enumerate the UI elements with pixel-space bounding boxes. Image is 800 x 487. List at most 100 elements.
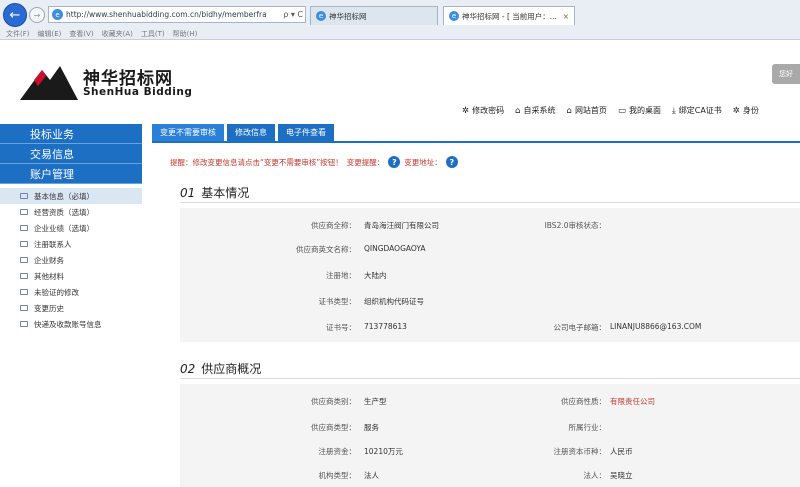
sidebar-item-label: 未验证的修改 bbox=[34, 287, 79, 297]
address-controls[interactable]: ρ ▾ C bbox=[281, 10, 305, 19]
sidebar-category-account[interactable]: 账户管理 bbox=[0, 164, 142, 184]
menu-file[interactable]: 文件(F) bbox=[6, 29, 30, 39]
doc-icon bbox=[20, 321, 28, 327]
download-icon: ⤓ bbox=[671, 105, 676, 116]
notice-bar: 提醒：修改变更信息请点击“变更不需要审核”按钮！ 变更提醒： ? 变更地址： ? bbox=[170, 156, 458, 168]
sidebar-category-trading[interactable]: 交易信息 bbox=[0, 144, 142, 164]
link-site-home[interactable]: ⌂ 网站首页 bbox=[567, 105, 607, 116]
label-english-name: 供应商英文名称： bbox=[296, 245, 356, 254]
link-bind-ca[interactable]: ⤓ 绑定CA证书 bbox=[672, 105, 722, 116]
section-heading: 供应商概况 bbox=[201, 362, 262, 376]
label-supplier-nature: 供应商性质： bbox=[561, 397, 606, 406]
section-divider bbox=[180, 202, 800, 203]
sidebar-item-label: 企业财务 bbox=[34, 255, 64, 265]
link-label: 身份 bbox=[742, 106, 759, 115]
back-button[interactable]: ← bbox=[3, 3, 27, 27]
label-legal-rep: 法人： bbox=[583, 471, 607, 480]
close-tab-icon[interactable]: × bbox=[563, 12, 569, 21]
label-reg-capital: 注册资金： bbox=[318, 447, 357, 456]
address-bar[interactable]: e http://www.shenhuabidding.com.cn/bidhy… bbox=[48, 6, 306, 23]
label-industry: 所属行业： bbox=[568, 423, 607, 432]
notice-link-reminder[interactable]: 变更提醒： bbox=[347, 157, 385, 168]
greeting-badge[interactable]: 您好 bbox=[772, 64, 800, 84]
doc-icon bbox=[20, 289, 28, 295]
notice-text: 提醒：修改变更信息请点击“变更不需要审核”按钮！ bbox=[170, 157, 343, 167]
menu-view[interactable]: 查看(V) bbox=[69, 29, 93, 39]
label-supplier-type: 供应商类型： bbox=[311, 423, 356, 432]
value-supplier-category: 生产型 bbox=[364, 397, 387, 406]
sidebar-item-other-materials[interactable]: 其他材料 bbox=[0, 268, 142, 284]
link-label: 网站首页 bbox=[574, 106, 607, 115]
basic-info-panel: 供应商全称： 青岛海汪阀门有限公司 IBS2.0审核状态： 供应商英文名称： Q… bbox=[180, 208, 800, 342]
link-identity[interactable]: ✲ 身份 bbox=[733, 105, 759, 116]
doc-icon bbox=[20, 225, 28, 231]
tab-view-files[interactable]: 电子件查看 bbox=[278, 124, 334, 141]
link-my-desktop[interactable]: ▭ 我的桌面 bbox=[618, 105, 661, 116]
menu-help[interactable]: 帮助(H) bbox=[173, 29, 198, 39]
link-change-password[interactable]: ✲ 修改密码 bbox=[462, 105, 504, 116]
sidebar-item-label: 快递及收款账号信息 bbox=[34, 319, 102, 329]
monitor-icon: ▭ bbox=[617, 105, 626, 116]
section-divider bbox=[180, 378, 800, 379]
sidebar-item-performance[interactable]: 企业业绩（选填） bbox=[0, 220, 142, 236]
link-label: 我的桌面 bbox=[628, 106, 661, 115]
browser-tab-title: 神华招标网 - [ 当前用户：... bbox=[462, 11, 557, 21]
tab-edit-info[interactable]: 修改信息 bbox=[227, 124, 275, 141]
sidebar-item-delivery[interactable]: 快递及收款账号信息 bbox=[0, 316, 142, 332]
section-title-basic: 01 基本情况 bbox=[180, 184, 249, 201]
sidebar-category-bidding[interactable]: 投标业务 bbox=[0, 124, 142, 144]
home-icon: ⌂ bbox=[566, 105, 572, 116]
overview-panel: 供应商类别： 生产型 供应商性质： 有限责任公司 供应商类型： 服务 所属行业：… bbox=[180, 384, 800, 487]
doc-icon bbox=[20, 273, 28, 279]
forward-button[interactable]: → bbox=[29, 7, 45, 23]
sidebar-item-unverified[interactable]: 未验证的修改 bbox=[0, 284, 142, 300]
sidebar-item-finance[interactable]: 企业财务 bbox=[0, 252, 142, 268]
gear-icon: ✲ bbox=[462, 105, 470, 116]
section-number: 02 bbox=[180, 362, 196, 376]
doc-icon bbox=[20, 193, 28, 199]
sidebar-item-label: 注册联系人 bbox=[34, 239, 72, 249]
brand-name-en: ShenHua Bidding bbox=[83, 86, 193, 98]
link-label: 绑定CA证书 bbox=[678, 106, 722, 115]
sidebar-item-label: 变更历史 bbox=[34, 303, 64, 313]
value-reg-place: 大陆内 bbox=[364, 271, 387, 280]
tab-change-no-review[interactable]: 变更不需要审核 bbox=[152, 124, 224, 141]
section-number: 01 bbox=[180, 186, 196, 200]
link-procurement-system[interactable]: ⌂ 自采系统 bbox=[515, 105, 555, 116]
site-header: 神华招标网 ShenHua Bidding 您好 ✲ 修改密码 ⌂ 自采系统 ⌂… bbox=[0, 40, 800, 121]
value-english-name: QINGDAOGAOYA bbox=[364, 244, 426, 253]
label-email: 公司电子邮箱： bbox=[553, 323, 607, 332]
sidebar-item-contacts[interactable]: 注册联系人 bbox=[0, 236, 142, 252]
browser-tab-1[interactable]: e 神华招标网 bbox=[310, 6, 438, 25]
shenhua-logo bbox=[20, 66, 78, 100]
menu-edit[interactable]: 编辑(E) bbox=[38, 29, 62, 39]
help-icon[interactable]: ? bbox=[388, 156, 401, 168]
section-title-overview: 02 供应商概况 bbox=[180, 360, 261, 377]
ie-tab-icon: e bbox=[316, 11, 326, 21]
action-tabs: 变更不需要审核 修改信息 电子件查看 bbox=[152, 124, 334, 141]
sidebar-item-basic-info[interactable]: 基本信息（必填） bbox=[0, 188, 142, 204]
menu-tools[interactable]: 工具(T) bbox=[141, 29, 165, 39]
sidebar-item-label: 经营资质（选填） bbox=[34, 207, 94, 217]
sidebar-item-label: 其他材料 bbox=[34, 271, 64, 281]
menu-favorites[interactable]: 收藏夹(A) bbox=[102, 29, 133, 39]
notice-link-address[interactable]: 变更地址： bbox=[404, 157, 442, 168]
browser-tab-title: 神华招标网 bbox=[329, 11, 367, 21]
value-supplier-type: 服务 bbox=[364, 423, 379, 432]
arrow-left-icon: ← bbox=[9, 7, 21, 23]
browser-tab-2[interactable]: e 神华招标网 - [ 当前用户：... × bbox=[443, 6, 575, 25]
address-url[interactable]: http://www.shenhuabidding.com.cn/bidhy/m… bbox=[66, 10, 278, 19]
label-cert-type: 证书类型： bbox=[318, 297, 357, 306]
doc-icon bbox=[20, 257, 28, 263]
value-cert-no: 713778613 bbox=[364, 322, 407, 331]
label-org-type: 机构类型： bbox=[318, 471, 357, 480]
value-supplier-nature: 有限责任公司 bbox=[610, 397, 655, 406]
ie-tab-icon: e bbox=[449, 11, 459, 21]
sidebar-item-history[interactable]: 变更历史 bbox=[0, 300, 142, 316]
sidebar-item-label: 企业业绩（选填） bbox=[34, 223, 94, 233]
top-links: ✲ 修改密码 ⌂ 自采系统 ⌂ 网站首页 ▭ 我的桌面 ⤓ 绑定CA证书 ✲ 身… bbox=[462, 105, 759, 116]
sidebar-item-qualification[interactable]: 经营资质（选填） bbox=[0, 204, 142, 220]
help-icon[interactable]: ? bbox=[445, 156, 458, 168]
doc-icon bbox=[20, 241, 28, 247]
link-label: 自采系统 bbox=[523, 106, 556, 115]
